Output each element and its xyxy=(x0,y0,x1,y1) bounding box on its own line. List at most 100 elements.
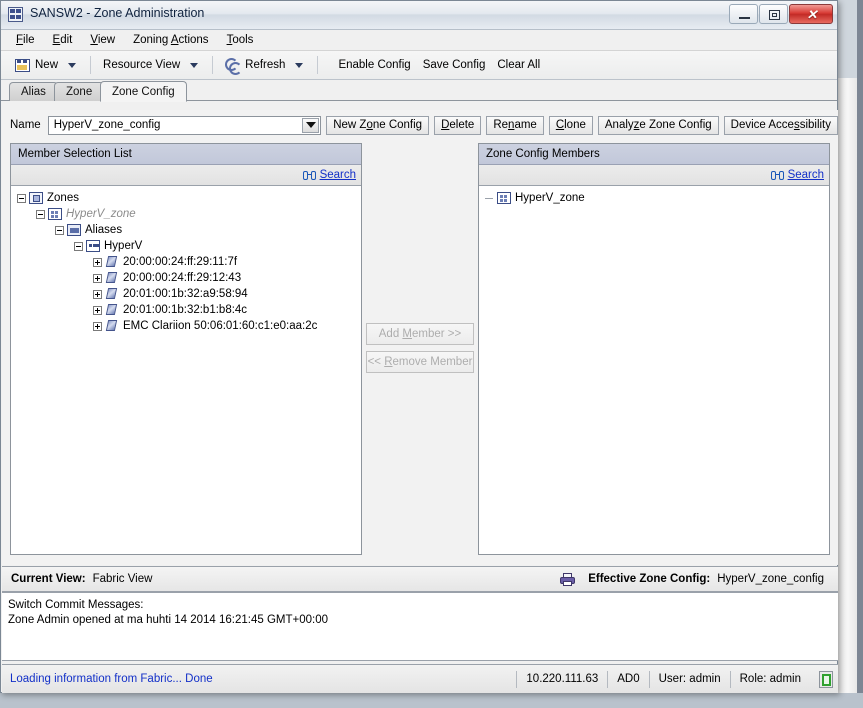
tree-node-label: Zones xyxy=(47,192,79,204)
tree-node[interactable]: HyperV_zone xyxy=(14,206,358,222)
tree-node-label: HyperV_zone xyxy=(66,208,136,220)
refresh-button[interactable]: Refresh xyxy=(219,53,291,77)
tree-expand-toggle[interactable] xyxy=(93,321,102,331)
tree-node-label: HyperV_zone xyxy=(515,192,585,204)
effective-zone-config-value: HyperV_zone_config xyxy=(717,573,824,585)
tree-node-label: EMC Clariion 50:06:01:60:c1:e0:aa:2c xyxy=(123,320,318,332)
new-button[interactable]: New xyxy=(9,53,64,77)
zone-config-name-combobox[interactable]: HyperV_zone_config xyxy=(47,115,322,135)
wwn-icon xyxy=(105,304,119,316)
zone-config-members-header: Zone Config Members xyxy=(479,144,829,165)
add-member-button[interactable]: Add Member >> xyxy=(366,323,474,345)
clear-all-button[interactable]: Clear All xyxy=(491,53,546,77)
member-selection-search-bar: Search xyxy=(11,165,361,186)
panels-area: Member Selection List Search Zones HyperV… xyxy=(2,143,838,558)
menu-edit[interactable]: Edit xyxy=(44,32,82,48)
status-user: User: admin xyxy=(648,670,730,688)
zones-folder-icon xyxy=(29,192,43,204)
enable-config-button[interactable]: Enable Config xyxy=(332,53,416,77)
menu-zoning-actions[interactable]: Zoning Actions xyxy=(124,32,217,48)
refresh-icon xyxy=(225,58,243,75)
wwn-icon xyxy=(105,320,119,332)
tab-zone[interactable]: Zone xyxy=(54,82,105,101)
tree-expand-toggle[interactable] xyxy=(93,289,102,299)
new-dropdown-arrow[interactable] xyxy=(68,62,77,68)
tree-node[interactable]: Zones xyxy=(14,190,358,206)
analyze-zone-config-button[interactable]: Analyze Zone Config xyxy=(597,115,719,135)
menu-view[interactable]: View xyxy=(81,32,124,48)
tab-zone-label: Zone xyxy=(66,86,93,98)
new-zone-config-button[interactable]: New Zone Config xyxy=(326,115,430,135)
window-title: SANSW2 - Zone Administration xyxy=(30,6,205,20)
tab-alias[interactable]: Alias xyxy=(9,82,58,101)
clone-button[interactable]: Clone xyxy=(548,115,593,135)
switch-commit-messages[interactable]: Switch Commit Messages: Zone Admin opene… xyxy=(2,592,838,661)
tab-alias-label: Alias xyxy=(21,86,46,98)
zone-config-members-tree[interactable]: HyperV_zone xyxy=(482,190,826,551)
tree-node[interactable]: 20:00:00:24:ff:29:11:7f xyxy=(14,254,358,270)
new-icon xyxy=(15,58,30,72)
tree-collapse-toggle[interactable] xyxy=(17,193,26,203)
tree-node-label: 20:00:00:24:ff:29:12:43 xyxy=(123,272,242,284)
rename-button[interactable]: Rename xyxy=(486,115,544,135)
zone-icon xyxy=(48,208,62,220)
window-controls: ✕ xyxy=(729,4,833,24)
resource-view-button[interactable]: Resource View xyxy=(97,53,186,77)
chevron-down-icon[interactable] xyxy=(302,117,320,133)
menu-tools[interactable]: Tools xyxy=(218,32,263,48)
device-accessibility-button[interactable]: Device Accessibility xyxy=(723,115,838,135)
tree-node[interactable]: HyperV xyxy=(14,238,358,254)
tab-zone-config[interactable]: Zone Config xyxy=(100,81,187,102)
tree-collapse-toggle[interactable] xyxy=(36,209,45,219)
title-bar[interactable]: SANSW2 - Zone Administration ✕ xyxy=(1,1,837,30)
tree-node[interactable]: EMC Clariion 50:06:01:60:c1:e0:aa:2c xyxy=(14,318,358,334)
toolbar-separator-3 xyxy=(317,56,319,74)
tree-node-label: HyperV xyxy=(104,240,143,252)
maximize-button[interactable] xyxy=(759,4,788,24)
zone-config-panel: Name HyperV_zone_config New Zone Config … xyxy=(2,110,838,565)
member-selection-search-link[interactable]: Search xyxy=(320,169,356,181)
tree-node[interactable]: 20:01:00:1b:32:b1:b8:4c xyxy=(14,302,358,318)
menu-file[interactable]: FFileile xyxy=(7,32,44,48)
tree-node-label: 20:01:00:1b:32:b1:b8:4c xyxy=(123,304,248,316)
app-grid-icon xyxy=(8,7,23,22)
zone-config-members-search-bar: Search xyxy=(479,165,829,186)
tree-leaf-connector xyxy=(485,194,494,203)
wwn-icon xyxy=(105,272,119,284)
refresh-dropdown-arrow[interactable] xyxy=(295,62,304,68)
zone-icon xyxy=(497,192,511,204)
wwn-icon xyxy=(105,288,119,300)
tree-node[interactable]: 20:00:00:24:ff:29:12:43 xyxy=(14,270,358,286)
new-label: New xyxy=(35,59,59,71)
resource-view-dropdown-arrow[interactable] xyxy=(190,62,199,68)
tree-expand-toggle[interactable] xyxy=(93,273,102,283)
clear-all-label: Clear All xyxy=(497,59,541,71)
minimize-button[interactable] xyxy=(729,4,758,24)
tree-node-label: 20:00:00:24:ff:29:11:7f xyxy=(123,256,238,268)
printer-icon xyxy=(560,572,576,586)
tree-node[interactable]: Aliases xyxy=(14,222,358,238)
tree-collapse-toggle[interactable] xyxy=(74,241,83,251)
status-right-group: 10.220.111.63 AD0 User: admin Role: admi… xyxy=(516,670,838,688)
member-selection-list-header: Member Selection List xyxy=(11,144,361,165)
resource-view-label: Resource View xyxy=(103,59,181,71)
remove-member-button[interactable]: << Remove Member xyxy=(366,351,474,373)
save-config-button[interactable]: Save Config xyxy=(417,53,492,77)
tree-node-label: Aliases xyxy=(85,224,123,236)
switch-status-icon[interactable] xyxy=(819,670,833,688)
tree-expand-toggle[interactable] xyxy=(93,305,102,315)
zone-config-name-value: HyperV_zone_config xyxy=(53,119,161,131)
member-selection-tree[interactable]: Zones HyperV_zone Aliases HyperV 20:00:00:24… xyxy=(14,190,358,551)
delete-button[interactable]: Delete xyxy=(434,115,482,135)
close-button[interactable]: ✕ xyxy=(789,4,833,24)
tree-expand-toggle[interactable] xyxy=(93,257,102,267)
tree-node[interactable]: 20:01:00:1b:32:a9:58:94 xyxy=(14,286,358,302)
enable-config-label: Enable Config xyxy=(338,59,411,71)
effective-zone-config-label: Effective Zone Config: xyxy=(588,573,711,585)
tree-node[interactable]: HyperV_zone xyxy=(482,190,826,206)
zone-config-members-search-link[interactable]: Search xyxy=(788,169,824,181)
toolbar-separator-2 xyxy=(212,56,214,74)
tree-collapse-toggle[interactable] xyxy=(55,225,64,235)
zone-config-members-panel: Zone Config Members Search HyperV_zone xyxy=(478,143,830,555)
current-view-label: Current View: xyxy=(11,573,86,585)
